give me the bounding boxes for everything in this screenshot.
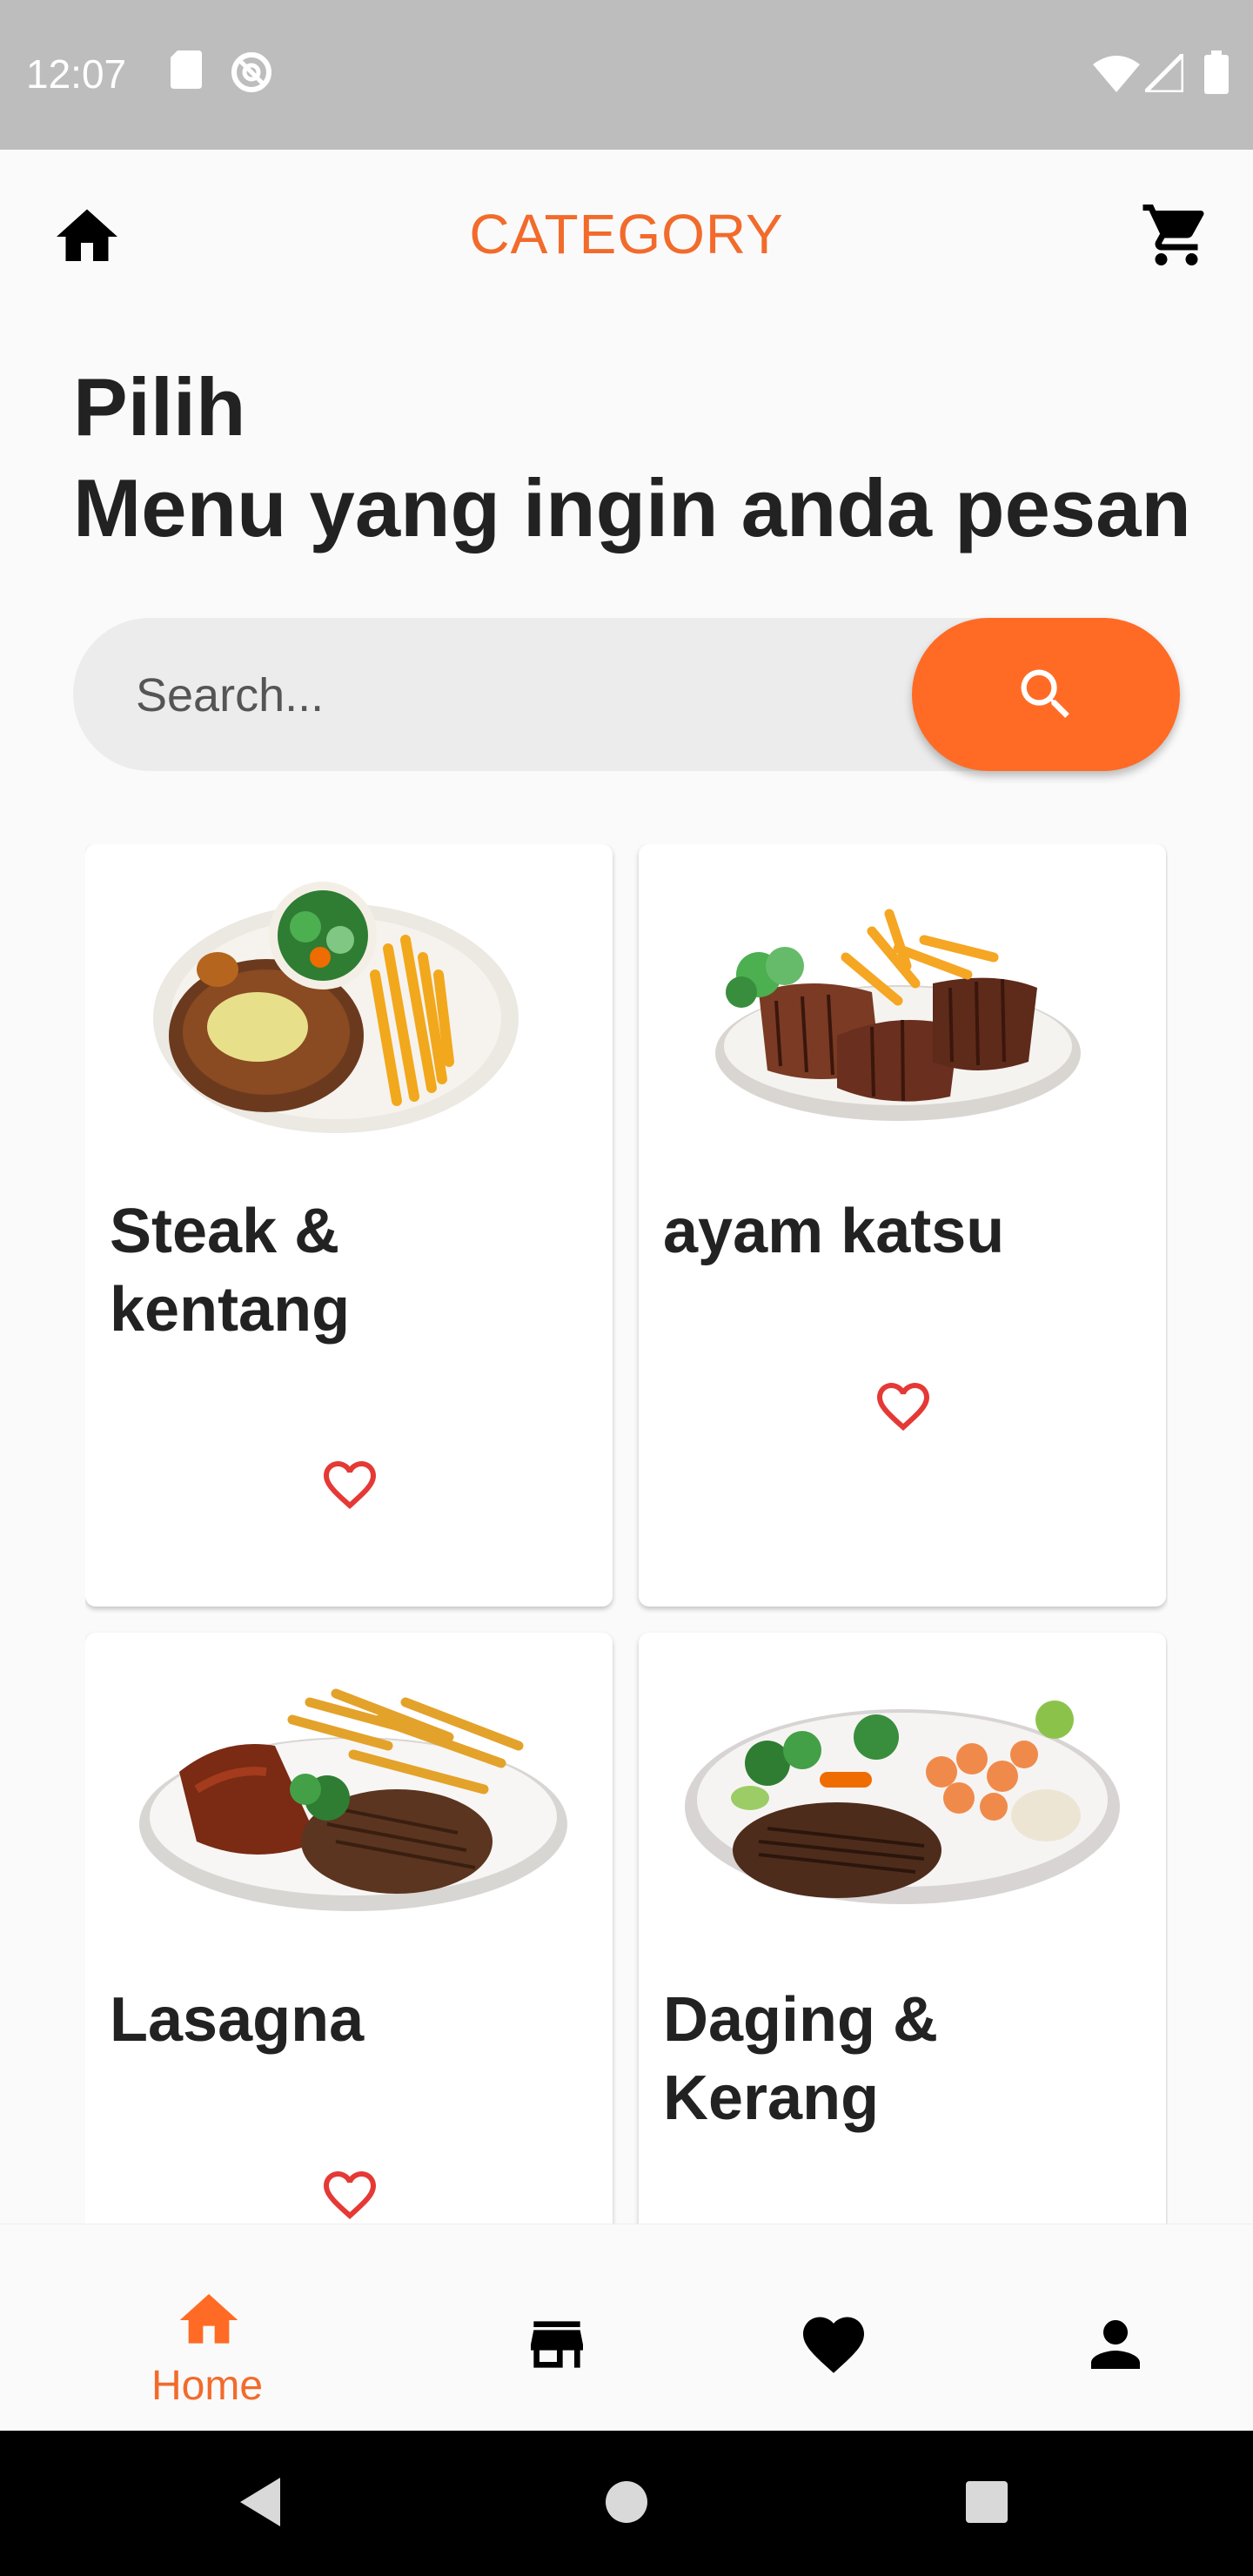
nav-item-profile[interactable] (1062, 2224, 1166, 2432)
heading-line-2: Menu yang ingin anda pesan (73, 462, 1191, 553)
menu-item-name: Lasagna (110, 1985, 365, 2055)
home-circle-icon[interactable] (604, 2479, 649, 2525)
search-button[interactable] (912, 618, 1180, 771)
no-disturb-icon (231, 52, 271, 92)
food-image (153, 882, 519, 1133)
menu-card-steak-kentang[interactable]: Steak & kentang (85, 844, 613, 1607)
home-icon (179, 2294, 238, 2344)
food-image (139, 1688, 567, 1911)
status-bar: 12:07 (0, 0, 1253, 150)
page-title: CATEGORY (469, 203, 784, 265)
cart-button[interactable] (1140, 198, 1213, 272)
search-icon (1021, 669, 1069, 718)
nav-item-store[interactable] (505, 2224, 609, 2432)
store-icon (531, 2321, 583, 2368)
nav-home-label: Home (151, 2363, 264, 2409)
person-icon (1091, 2320, 1140, 2369)
sd-card-icon (171, 50, 202, 89)
back-icon[interactable] (235, 2474, 287, 2530)
heart-icon (803, 2317, 864, 2373)
search-input[interactable] (134, 618, 921, 773)
favorite-icon[interactable] (315, 2163, 385, 2224)
menu-item-name: Daging & Kerang (663, 1985, 938, 2133)
menu-card-daging-kerang[interactable]: Daging & Kerang (639, 1633, 1166, 2224)
search-bar (73, 618, 1180, 773)
recents-icon[interactable] (964, 2479, 1009, 2525)
menu-card-ayam-katsu[interactable]: ayam katsu (639, 844, 1166, 1607)
app-bar: CATEGORY (0, 150, 1253, 324)
heading-line-1: Pilih (73, 361, 246, 453)
favorite-icon[interactable] (868, 1375, 938, 1438)
food-image (715, 909, 1081, 1121)
wifi-icon (1093, 56, 1140, 92)
system-navigation-bar (0, 2431, 1253, 2576)
nav-item-favorites[interactable] (783, 2224, 888, 2432)
menu-item-name: ayam katsu (663, 1197, 1005, 1266)
signal-icon (1145, 54, 1183, 92)
status-time: 12:07 (26, 51, 127, 97)
battery-icon (1204, 50, 1229, 94)
favorite-icon[interactable] (315, 1453, 385, 1516)
page-heading: Pilih Menu yang ingin anda pesan (73, 357, 1191, 559)
menu-card-lasagna[interactable]: Lasagna (85, 1633, 613, 2224)
nav-item-home[interactable]: Home (122, 2224, 296, 2432)
menu-grid: Steak & kentang ayam katsu Lasagna Dagin… (85, 844, 1168, 2224)
cart-icon (1142, 205, 1204, 265)
bottom-navigation: Home (0, 2224, 1253, 2432)
menu-item-name: Steak & kentang (110, 1197, 351, 1345)
food-image (685, 1701, 1120, 1904)
